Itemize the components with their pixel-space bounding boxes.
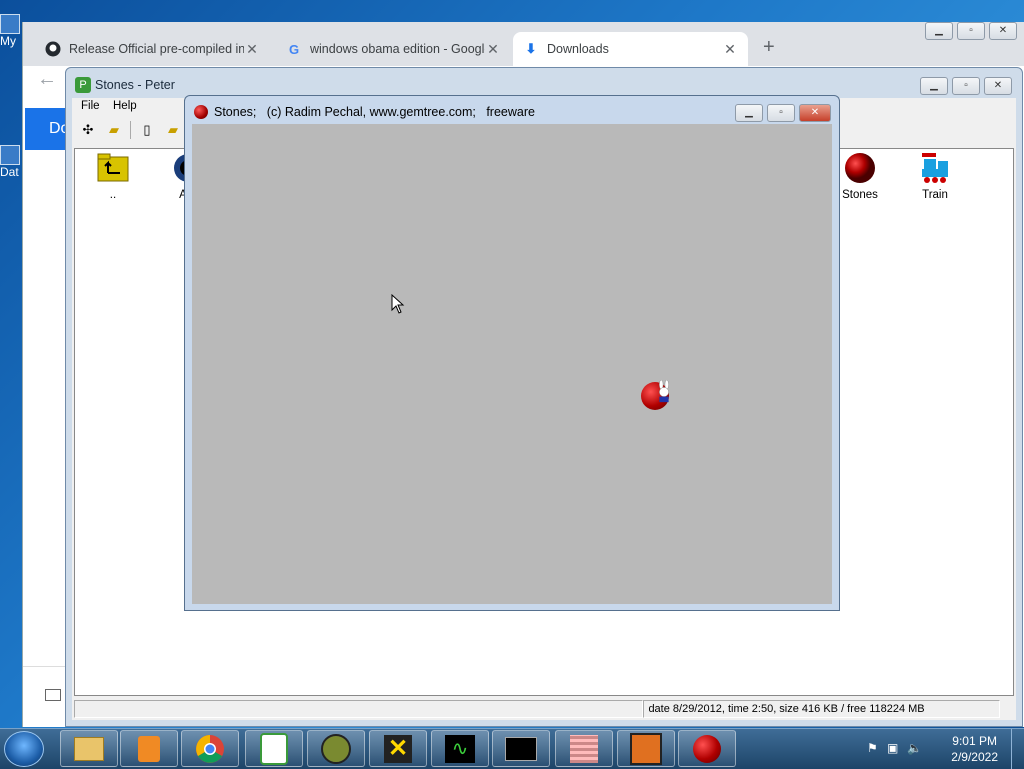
folder-icon[interactable]: ▰	[163, 121, 183, 139]
taskbar-stones[interactable]	[678, 730, 736, 767]
tab-title: Release Official pre-compiled ins	[69, 42, 244, 56]
minimize-button[interactable]: ▁	[920, 77, 948, 95]
status-info: date 8/29/2012, time 2:50, size 416 KB /…	[643, 700, 1001, 718]
menu-file[interactable]: File	[81, 100, 100, 112]
close-icon[interactable]: ✕	[485, 41, 501, 58]
tab-release[interactable]: Release Official pre-compiled ins ✕	[35, 32, 270, 66]
volume-icon[interactable]: 🔈	[907, 741, 923, 755]
document-icon	[0, 145, 20, 165]
peter-toolbar: ✣ ▰ ▯ ▰	[72, 118, 183, 142]
action-center-icon[interactable]: ⚑	[867, 741, 883, 755]
close-button[interactable]: ✕	[984, 77, 1012, 95]
close-button[interactable]: ✕	[799, 104, 831, 122]
back-arrow-icon[interactable]: ←	[37, 68, 57, 91]
new-tab-button[interactable]: +	[763, 36, 775, 59]
folder-icon	[74, 736, 104, 761]
tree-icon[interactable]: ✣	[78, 121, 98, 139]
stone-icon	[843, 151, 877, 185]
computer-icon	[0, 14, 20, 34]
taskbar: ✕ ∿ ⚑ ▣ 🔈 9:01 PM 2/9/2022	[0, 728, 1024, 769]
show-desktop-button[interactable]	[1011, 729, 1024, 769]
toolbar-separator	[130, 121, 131, 139]
window-controls: ▁ ▫ ✕	[925, 22, 1017, 40]
alien-icon	[321, 733, 351, 764]
taskbar-media-player[interactable]	[120, 730, 178, 767]
maximize-button[interactable]: ▫	[952, 77, 980, 95]
x-icon: ✕	[384, 734, 412, 763]
stones-window: Stones; (c) Radim Pechal, www.gemtree.co…	[184, 95, 840, 611]
download-icon: ⬇	[525, 41, 537, 56]
peter-titlebar[interactable]: P Stones - Peter ▁ ▫ ✕	[66, 68, 1022, 98]
clock[interactable]: 9:01 PM 2/9/2022	[951, 733, 998, 765]
window-title: Stones - Peter	[95, 78, 175, 92]
system-tray: ⚑ ▣ 🔈 9:01 PM 2/9/2022	[859, 729, 1024, 769]
desktop-icon-label: My	[0, 34, 16, 48]
close-button[interactable]: ✕	[989, 22, 1017, 40]
minimize-button[interactable]: ▁	[925, 22, 953, 40]
taskbar-yellow-x[interactable]: ✕	[369, 730, 427, 767]
mouse-cursor-icon	[391, 294, 405, 314]
taskbar-cmd[interactable]	[492, 730, 550, 767]
page-header: Do	[25, 108, 69, 150]
resize-grip-icon[interactable]	[1000, 700, 1014, 716]
item-label: ..	[109, 189, 117, 201]
start-button[interactable]	[4, 731, 44, 767]
minimize-button[interactable]: ▁	[735, 104, 763, 122]
chrome-icon	[196, 734, 224, 763]
taskbar-chrome[interactable]	[181, 730, 239, 767]
taskbar-puzzle[interactable]	[617, 730, 675, 767]
window-controls: ▁ ▫ ✕	[735, 104, 831, 122]
desktop-icon-label: Dat	[0, 165, 19, 179]
new-file-icon[interactable]: ▯	[137, 121, 157, 139]
puzzle-icon	[630, 732, 662, 765]
rabbit-icon	[260, 732, 288, 765]
clock-time: 9:01 PM	[952, 734, 997, 748]
folder-up-icon	[96, 151, 130, 185]
media-player-icon	[138, 735, 160, 762]
game-playfield[interactable]	[192, 124, 832, 604]
maximize-button[interactable]: ▫	[957, 22, 985, 40]
desktop-icon-my[interactable]: My	[0, 14, 22, 48]
stone-icon	[194, 105, 208, 119]
google-icon: G	[288, 41, 300, 57]
maximize-button[interactable]: ▫	[767, 104, 795, 122]
desktop-icon-dat[interactable]: Dat	[0, 145, 22, 179]
taskbar-oscilloscope[interactable]: ∿	[431, 730, 489, 767]
tab-google[interactable]: G windows obama edition - Google ✕	[276, 32, 511, 66]
downloads-shelf	[23, 666, 67, 727]
close-icon[interactable]: ✕	[722, 41, 738, 58]
terminal-icon	[505, 736, 537, 761]
window-controls: ▁ ▫ ✕	[920, 77, 1012, 95]
open-folder-icon[interactable]: ▰	[104, 121, 124, 139]
window-title: Stones; (c) Radim Pechal, www.gemtree.co…	[214, 105, 535, 119]
status-cell	[74, 700, 644, 718]
peter-app-icon: P	[75, 77, 91, 93]
item-label: Train	[922, 189, 948, 201]
tab-downloads[interactable]: ⬇ Downloads ✕	[513, 32, 748, 66]
tab-title: Downloads	[547, 42, 609, 56]
status-bar: date 8/29/2012, time 2:50, size 416 KB /…	[74, 700, 1014, 718]
stones-titlebar[interactable]: Stones; (c) Radim Pechal, www.gemtree.co…	[185, 96, 839, 124]
stone-icon	[693, 734, 721, 763]
network-icon[interactable]: ▣	[887, 741, 903, 755]
clock-date: 2/9/2022	[951, 750, 998, 764]
wave-icon: ∿	[445, 734, 475, 763]
list-item[interactable]: ..	[83, 151, 143, 201]
close-icon[interactable]: ✕	[244, 41, 260, 58]
rabbit-sprite	[659, 380, 669, 403]
menu-help[interactable]: Help	[113, 100, 137, 112]
tab-title: windows obama edition - Google	[310, 42, 485, 56]
tab-strip: Release Official pre-compiled ins ✕ G wi…	[23, 22, 1024, 66]
list-item[interactable]: Train	[905, 151, 965, 201]
taskbar-grid[interactable]	[555, 730, 613, 767]
train-icon	[918, 151, 952, 185]
github-icon	[45, 41, 61, 57]
taskbar-alien[interactable]	[307, 730, 365, 767]
window-icon[interactable]	[45, 689, 61, 701]
taskbar-peter[interactable]	[245, 730, 303, 767]
taskbar-explorer[interactable]	[60, 730, 118, 767]
grid-icon	[570, 734, 598, 763]
